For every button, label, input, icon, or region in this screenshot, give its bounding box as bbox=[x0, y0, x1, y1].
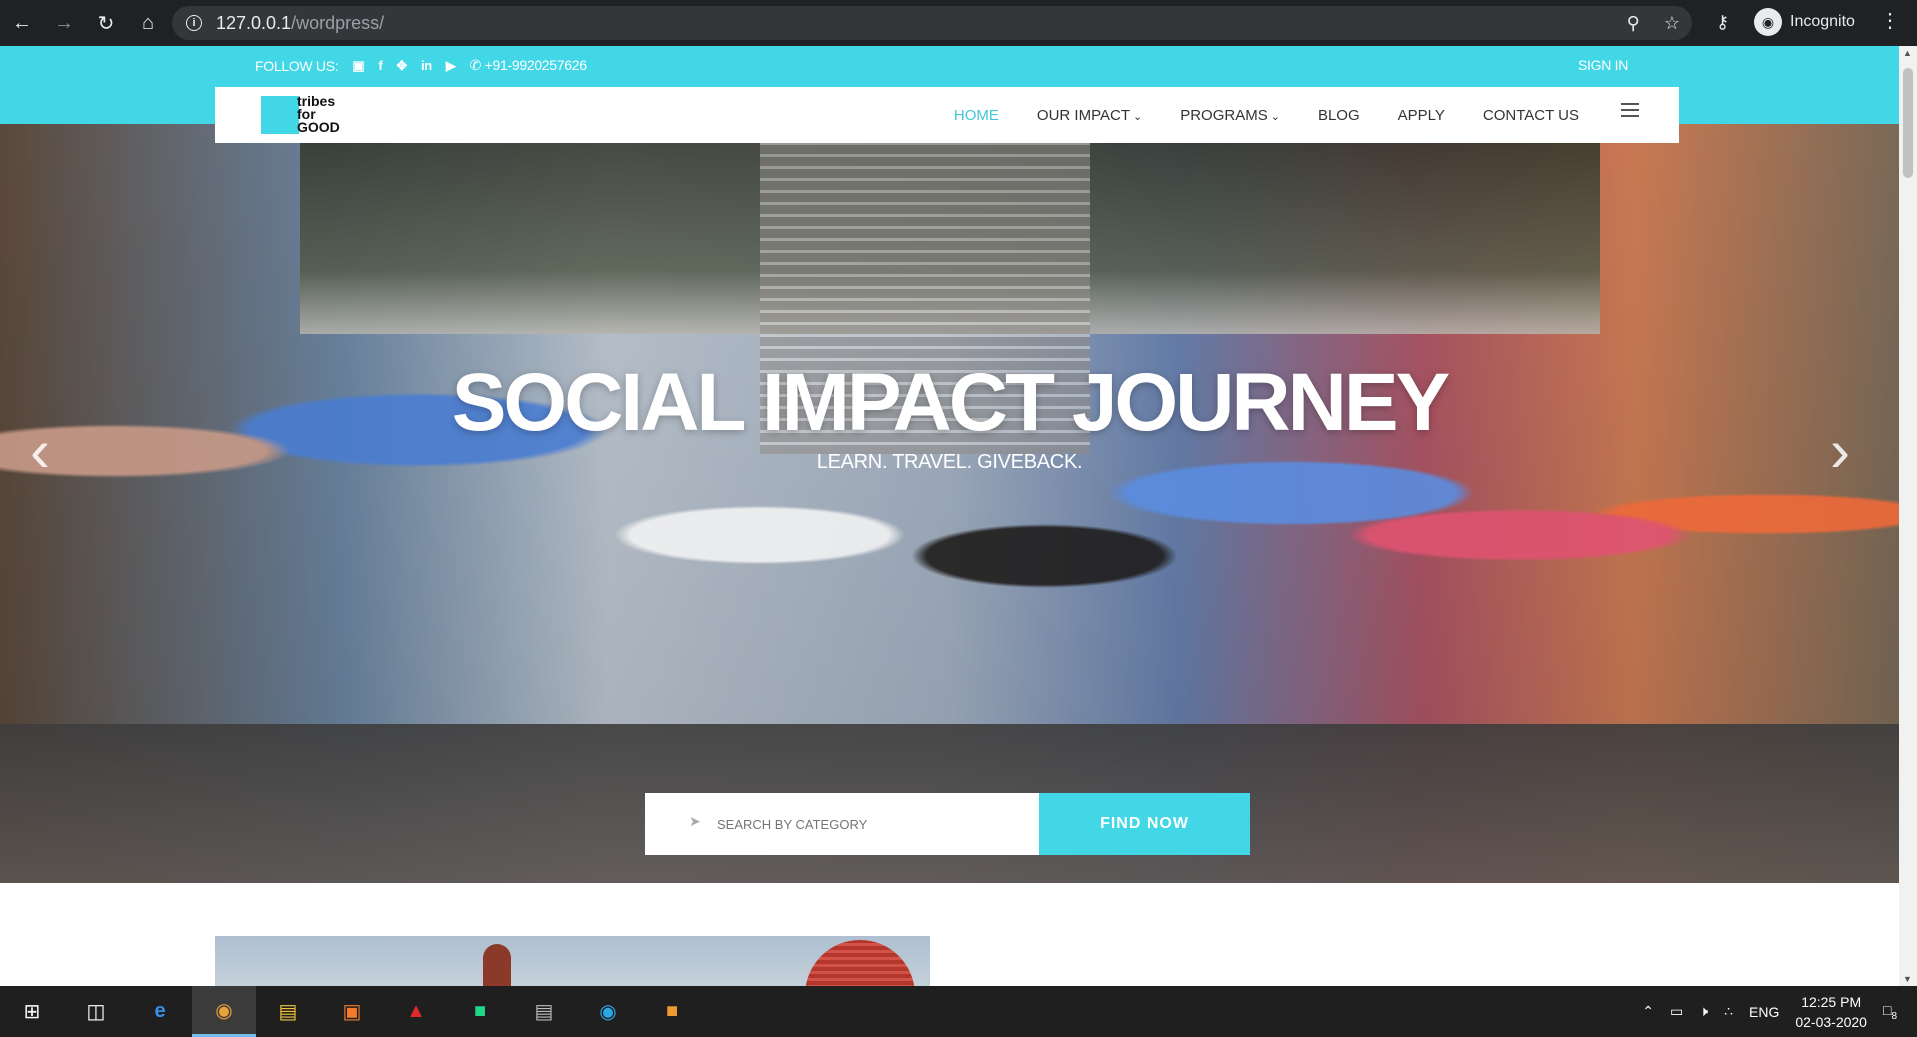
key-icon[interactable]: ⚷ bbox=[1716, 12, 1729, 33]
phone-icon: ✆ bbox=[469, 57, 482, 73]
page-scrollbar[interactable]: ▲ ▼ bbox=[1899, 46, 1917, 986]
hero-subtitle: LEARN. TRAVEL. GIVEBACK. bbox=[816, 451, 1083, 473]
url-text: 127.0.0.1/wordpress/ bbox=[216, 12, 385, 33]
incognito-indicator[interactable]: ◉ Incognito bbox=[1754, 8, 1855, 36]
wifi-icon[interactable]: ∴ bbox=[1724, 1003, 1733, 1020]
sublime-text-icon[interactable]: ■ bbox=[640, 986, 704, 1037]
nav-apply[interactable]: APPLY bbox=[1398, 107, 1445, 124]
clock-date: 02-03-2020 bbox=[1795, 1013, 1867, 1030]
image-dome-small bbox=[483, 944, 511, 986]
follow-us-label: FOLLOW US: bbox=[255, 57, 339, 74]
featured-image bbox=[215, 936, 930, 986]
logo-square bbox=[261, 95, 299, 134]
chrome-browser-icon[interactable]: ◉ bbox=[192, 986, 256, 1037]
scroll-down-icon[interactable]: ▼ bbox=[1903, 974, 1912, 984]
incognito-label: Incognito bbox=[1790, 13, 1855, 30]
hero-title: SOCIAL IMPACT JOURNEY bbox=[451, 357, 1451, 448]
sign-in-link[interactable]: SIGN IN bbox=[1578, 57, 1628, 73]
image-dome-large bbox=[805, 940, 915, 986]
nav-contact-us[interactable]: CONTACT US bbox=[1483, 107, 1579, 124]
skype-icon[interactable]: ◉ bbox=[576, 986, 640, 1037]
facebook-icon[interactable]: f bbox=[378, 58, 382, 73]
bookmark-star-icon[interactable]: ☆ bbox=[1664, 13, 1680, 34]
nav-our-impact[interactable]: OUR IMPACT ⌄ bbox=[1037, 107, 1142, 124]
category-search-field[interactable]: ➤ bbox=[645, 793, 1039, 855]
pycharm-icon[interactable]: ■ bbox=[448, 986, 512, 1037]
site-info-icon[interactable]: i bbox=[186, 15, 202, 31]
pin-icon: ➤ bbox=[689, 813, 701, 829]
chevron-down-icon: ⌄ bbox=[1132, 111, 1143, 123]
windows-taskbar: ⊞ ◫ e ◉ ▤ ▣ ▲ ■ ▤ ◉ ■ ⌃ ▭ 🕨 ∴ ENG 12:25 … bbox=[0, 986, 1917, 1037]
notifications-icon[interactable]: □8 bbox=[1883, 1002, 1897, 1022]
phone-link[interactable]: ✆ +91-9920257626 bbox=[470, 57, 587, 74]
system-tray: ⌃ ▭ 🕨 ∴ ENG 12:25 PM 02-03-2020 □8 bbox=[1642, 986, 1897, 1037]
acrobat-icon[interactable]: ▲ bbox=[384, 986, 448, 1037]
scroll-up-icon[interactable]: ▲ bbox=[1903, 48, 1912, 58]
clock-time: 12:25 PM bbox=[1801, 993, 1862, 1010]
reload-button[interactable]: ↻ bbox=[86, 3, 126, 43]
hero-slider: SOCIAL IMPACT JOURNEY LEARN. TRAVEL. GIV… bbox=[0, 124, 1899, 883]
language-indicator[interactable]: ENG bbox=[1749, 1004, 1779, 1020]
database-icon[interactable]: ▤ bbox=[512, 986, 576, 1037]
nav-programs[interactable]: PROGRAMS ⌄ bbox=[1180, 107, 1280, 124]
youtube-icon[interactable]: ▶ bbox=[446, 58, 456, 74]
hero-search-bar: ➤ FIND NOW bbox=[0, 779, 1899, 883]
edge-browser-icon[interactable]: e bbox=[128, 986, 192, 1037]
scroll-thumb[interactable] bbox=[1903, 68, 1913, 178]
follow-us-group: FOLLOW US: ▣ f ✥ in ▶ ✆ +91-9920257626 bbox=[255, 57, 587, 74]
volume-icon[interactable]: 🕨 bbox=[1699, 1003, 1708, 1020]
site-logo[interactable]: tribes for GOOD bbox=[261, 93, 340, 135]
nav-home[interactable]: HOME bbox=[954, 107, 999, 124]
browser-menu-icon[interactable]: ⋮ bbox=[1880, 8, 1900, 33]
clock[interactable]: 12:25 PM 02-03-2020 bbox=[1795, 992, 1867, 1032]
twitter-icon[interactable]: ✥ bbox=[396, 58, 407, 74]
xampp-icon[interactable]: ▣ bbox=[320, 986, 384, 1037]
slider-prev-arrow-icon[interactable]: ‹ bbox=[30, 416, 50, 485]
instagram-icon[interactable]: ▣ bbox=[352, 58, 364, 74]
nav-blog[interactable]: BLOG bbox=[1318, 107, 1360, 124]
back-button[interactable]: ← bbox=[2, 3, 42, 43]
address-bar[interactable]: i 127.0.0.1/wordpress/ ⚲ ☆ bbox=[172, 6, 1692, 40]
tray-chevron-icon[interactable]: ⌃ bbox=[1642, 1003, 1654, 1020]
hamburger-menu-icon[interactable] bbox=[1621, 103, 1639, 121]
chevron-down-icon: ⌄ bbox=[1270, 111, 1280, 123]
browser-toolbar: ← → ↻ ⌂ i 127.0.0.1/wordpress/ ⚲ ☆ ⚷ ◉ I… bbox=[0, 0, 1917, 46]
forward-button[interactable]: → bbox=[44, 3, 84, 43]
nav-menu: HOME OUR IMPACT ⌄ PROGRAMS ⌄ BLOG APPLY CO… bbox=[954, 107, 1579, 124]
main-navbar: tribes for GOOD HOME OUR IMPACT ⌄ PROGRAMS ⌄… bbox=[215, 87, 1679, 143]
home-button[interactable]: ⌂ bbox=[128, 3, 168, 43]
category-search-input[interactable] bbox=[717, 816, 1037, 832]
battery-icon[interactable]: ▭ bbox=[1670, 1003, 1683, 1020]
file-explorer-icon[interactable]: ▤ bbox=[256, 986, 320, 1037]
logo-text: tribes for GOOD bbox=[297, 93, 340, 135]
windows-start-icon[interactable]: ⊞ bbox=[0, 986, 64, 1037]
zoom-icon[interactable]: ⚲ bbox=[1627, 13, 1640, 34]
find-now-button[interactable]: FIND NOW bbox=[1039, 793, 1250, 855]
incognito-icon: ◉ bbox=[1754, 8, 1782, 36]
task-view-icon[interactable]: ◫ bbox=[64, 986, 128, 1037]
page-viewport: SOCIAL IMPACT JOURNEY LEARN. TRAVEL. GIV… bbox=[0, 46, 1899, 986]
slider-next-arrow-icon[interactable]: › bbox=[1830, 416, 1850, 485]
linkedin-icon[interactable]: in bbox=[421, 58, 432, 73]
